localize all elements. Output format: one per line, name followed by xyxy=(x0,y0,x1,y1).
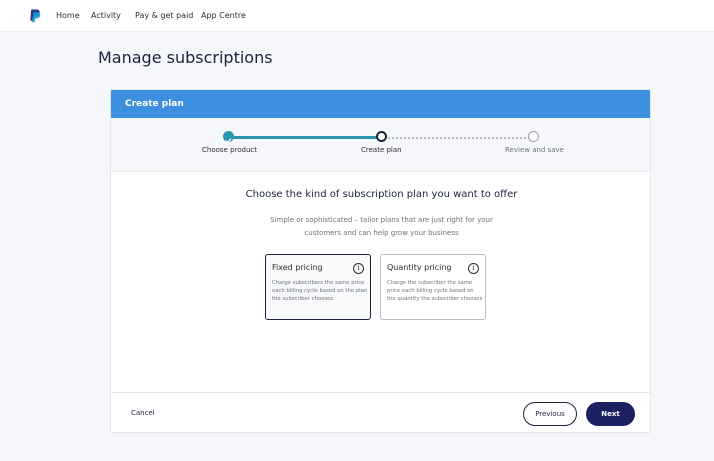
create-plan-card: Create plan Choose product Create plan R… xyxy=(110,89,651,433)
info-icon[interactable]: i xyxy=(353,263,364,274)
card-header-title: Create plan xyxy=(125,99,184,109)
plan-option-title: Quantity pricing xyxy=(387,263,452,272)
nav-app-centre[interactable]: App Centre xyxy=(201,11,246,20)
step-dot-choose-product xyxy=(223,131,234,144)
page-title: Manage subscriptions xyxy=(98,48,273,67)
step-dot-create-plan xyxy=(376,131,387,142)
previous-button[interactable]: Previous xyxy=(523,402,577,426)
plan-type-subtitle: Simple or sophisticated – tailor plans t… xyxy=(270,216,493,237)
next-button[interactable]: Next xyxy=(586,402,635,426)
plan-option-description: Charge the subscriber the same price eac… xyxy=(387,280,483,302)
cancel-button[interactable]: Cancel xyxy=(131,409,155,417)
info-icon[interactable]: i xyxy=(468,263,479,274)
checkmark-icon xyxy=(225,138,232,144)
plan-option-description: Charge subscribers the same price each b… xyxy=(272,280,368,302)
card-header: Create plan xyxy=(111,90,650,118)
step-label-choose-product: Choose product xyxy=(202,146,257,154)
top-navigation: Home Activity Pay & get paid App Centre xyxy=(0,0,714,32)
paypal-logo-icon[interactable] xyxy=(29,9,41,23)
nav-home[interactable]: Home xyxy=(56,11,80,20)
nav-activity[interactable]: Activity xyxy=(91,11,121,20)
plan-option-title: Fixed pricing xyxy=(272,263,323,272)
progress-track-remaining xyxy=(384,137,534,139)
card-footer: Cancel Previous Next xyxy=(111,392,650,432)
plan-type-question: Choose the kind of subscription plan you… xyxy=(245,189,518,200)
step-dot-review-and-save xyxy=(528,131,539,142)
plan-option-quantity-pricing[interactable]: Quantity pricing i Charge the subscriber… xyxy=(380,254,486,320)
nav-pay-and-get-paid[interactable]: Pay & get paid xyxy=(135,11,193,20)
progress-track-completed xyxy=(229,136,381,139)
step-label-review-and-save: Review and save xyxy=(505,146,564,154)
plan-option-fixed-pricing[interactable]: Fixed pricing i Charge subscribers the s… xyxy=(265,254,371,320)
step-label-create-plan: Create plan xyxy=(361,146,402,154)
progress-stepper xyxy=(111,118,650,172)
